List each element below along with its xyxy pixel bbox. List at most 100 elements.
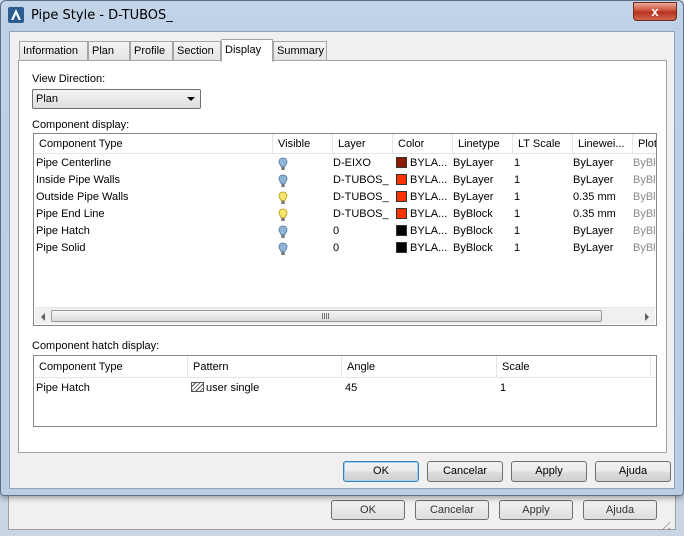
color-swatch: [396, 157, 407, 168]
title-bar[interactable]: Pipe Style - D-TUBOS_ x: [1, 1, 683, 31]
scroll-right-arrow-icon[interactable]: [645, 313, 649, 321]
column-header-color[interactable]: Color: [393, 134, 453, 154]
column-header-plot[interactable]: Plot: [633, 134, 656, 154]
parent-cancel-button[interactable]: Cancelar: [415, 500, 489, 520]
component-display-list[interactable]: Component Type Visible Layer Color Linet…: [33, 133, 657, 326]
display-tab-panel: View Direction: Plan Component display: …: [18, 60, 667, 453]
cell-layer: 0: [333, 242, 340, 254]
table-row[interactable]: Pipe Centerline D-EIXO BYLA... ByLayer 1…: [34, 155, 656, 172]
cell-plot: ByBl: [633, 225, 656, 237]
table-row[interactable]: Pipe End Line D-TUBOS_ BYLA... ByBlock 1…: [34, 206, 656, 223]
lightbulb-on-icon[interactable]: [278, 225, 288, 239]
parent-ok-button[interactable]: OK: [331, 500, 405, 520]
color-swatch: [396, 174, 407, 185]
cell-lt-scale: 1: [514, 242, 521, 254]
cell-lt-scale: 1: [514, 225, 521, 237]
pipe-style-dialog: Pipe Style - D-TUBOS_ x Information Plan…: [0, 0, 684, 496]
color-label: BYLA...: [410, 157, 448, 169]
column-header-lt-scale[interactable]: LT Scale: [513, 134, 573, 154]
autocad-a-icon: [8, 7, 24, 23]
color-swatch: [396, 242, 407, 253]
apply-button[interactable]: Apply: [511, 461, 587, 482]
tab-summary[interactable]: Summary: [273, 41, 327, 61]
cell-color[interactable]: BYLA...: [396, 223, 454, 240]
cell-color[interactable]: BYLA...: [396, 155, 454, 172]
tab-display[interactable]: Display: [221, 39, 273, 62]
parent-help-button[interactable]: Ajuda: [583, 500, 657, 520]
parent-apply-button[interactable]: Apply: [499, 500, 573, 520]
table-row[interactable]: Inside Pipe Walls D-TUBOS_ BYLA... ByLay…: [34, 172, 656, 189]
cell-angle: 45: [345, 382, 358, 394]
lightbulb-lit-icon[interactable]: [278, 208, 288, 222]
color-swatch: [396, 191, 407, 202]
lightbulb-on-icon[interactable]: [278, 174, 288, 188]
cell-lt-scale: 1: [514, 157, 521, 169]
cell-plot: ByBl: [633, 191, 656, 203]
cell-component-type: Inside Pipe Walls: [36, 174, 120, 186]
column-header-layer[interactable]: Layer: [333, 134, 393, 154]
help-button[interactable]: Ajuda: [595, 461, 671, 482]
cell-lineweight: ByLayer: [573, 225, 614, 237]
tab-profile[interactable]: Profile: [130, 41, 173, 61]
cell-lt-scale: 1: [514, 208, 521, 220]
scrollbar-thumb[interactable]: [51, 310, 602, 322]
color-label: BYLA...: [410, 174, 448, 186]
hatch-display-header: Component Type Pattern Angle Scale: [34, 356, 656, 378]
cell-color[interactable]: BYLA...: [396, 206, 454, 223]
column-header-scale[interactable]: Scale: [497, 356, 651, 378]
cancel-button[interactable]: Cancelar: [427, 461, 503, 482]
cell-pattern[interactable]: user single: [191, 380, 341, 397]
cell-scale: 1: [500, 382, 507, 394]
cell-component-type: Pipe Centerline: [36, 157, 112, 169]
cell-layer: D-TUBOS_: [333, 208, 389, 220]
ok-button[interactable]: OK: [343, 461, 419, 482]
cell-component-type: Pipe Hatch: [36, 382, 90, 394]
column-header-component-type[interactable]: Component Type: [34, 356, 188, 378]
lightbulb-lit-icon[interactable]: [278, 191, 288, 205]
lightbulb-on-icon[interactable]: [278, 157, 288, 171]
window-title: Pipe Style - D-TUBOS_: [31, 8, 173, 23]
horizontal-scrollbar[interactable]: [35, 307, 655, 324]
color-swatch: [396, 225, 407, 236]
column-header-component-type[interactable]: Component Type: [34, 134, 273, 154]
view-direction-select[interactable]: Plan: [32, 89, 201, 109]
column-header-linetype[interactable]: Linetype: [453, 134, 513, 154]
cell-lineweight: ByLayer: [573, 157, 614, 169]
cell-component-type: Pipe Hatch: [36, 225, 90, 237]
hatch-pattern-icon: [191, 382, 204, 392]
cell-linetype: ByLayer: [453, 191, 494, 203]
table-row[interactable]: Pipe Hatch 0 BYLA... ByBlock 1 ByLayer B…: [34, 223, 656, 240]
scroll-left-arrow-icon[interactable]: [41, 313, 45, 321]
column-header-pattern[interactable]: Pattern: [188, 356, 342, 378]
color-swatch: [396, 208, 407, 219]
color-label: BYLA...: [410, 191, 448, 203]
view-direction-value: Plan: [36, 93, 59, 105]
cell-lt-scale: 1: [514, 191, 521, 203]
cell-color[interactable]: BYLA...: [396, 189, 454, 206]
cell-linetype: ByBlock: [453, 208, 493, 220]
column-header-angle[interactable]: Angle: [342, 356, 497, 378]
cell-lineweight: 0.35 mm: [573, 208, 616, 220]
table-row[interactable]: Pipe Hatch user single 45 1: [34, 380, 656, 397]
color-label: BYLA...: [410, 225, 448, 237]
close-button[interactable]: x: [633, 2, 677, 21]
component-hatch-display-label: Component hatch display:: [32, 340, 160, 352]
cell-layer: D-EIXO: [333, 157, 371, 169]
table-row[interactable]: Pipe Solid 0 BYLA... ByBlock 1 ByLayer B…: [34, 240, 656, 257]
column-header-lineweight[interactable]: Linewei...: [573, 134, 633, 154]
cell-lineweight: ByLayer: [573, 174, 614, 186]
tab-plan[interactable]: Plan: [88, 41, 130, 61]
table-row[interactable]: Outside Pipe Walls D-TUBOS_ BYLA... ByLa…: [34, 189, 656, 206]
lightbulb-on-icon[interactable]: [278, 242, 288, 256]
component-hatch-display-list[interactable]: Component Type Pattern Angle Scale Pipe …: [33, 355, 657, 427]
color-label: BYLA...: [410, 242, 448, 254]
cell-linetype: ByLayer: [453, 157, 494, 169]
cell-color[interactable]: BYLA...: [396, 240, 454, 257]
tab-section[interactable]: Section: [173, 41, 221, 61]
cell-color[interactable]: BYLA...: [396, 172, 454, 189]
cell-component-type: Pipe Solid: [36, 242, 86, 254]
tab-information[interactable]: Information: [19, 41, 88, 61]
scroll-grip-icon: [322, 313, 330, 319]
column-header-visible[interactable]: Visible: [273, 134, 333, 154]
cell-component-type: Outside Pipe Walls: [36, 191, 129, 203]
